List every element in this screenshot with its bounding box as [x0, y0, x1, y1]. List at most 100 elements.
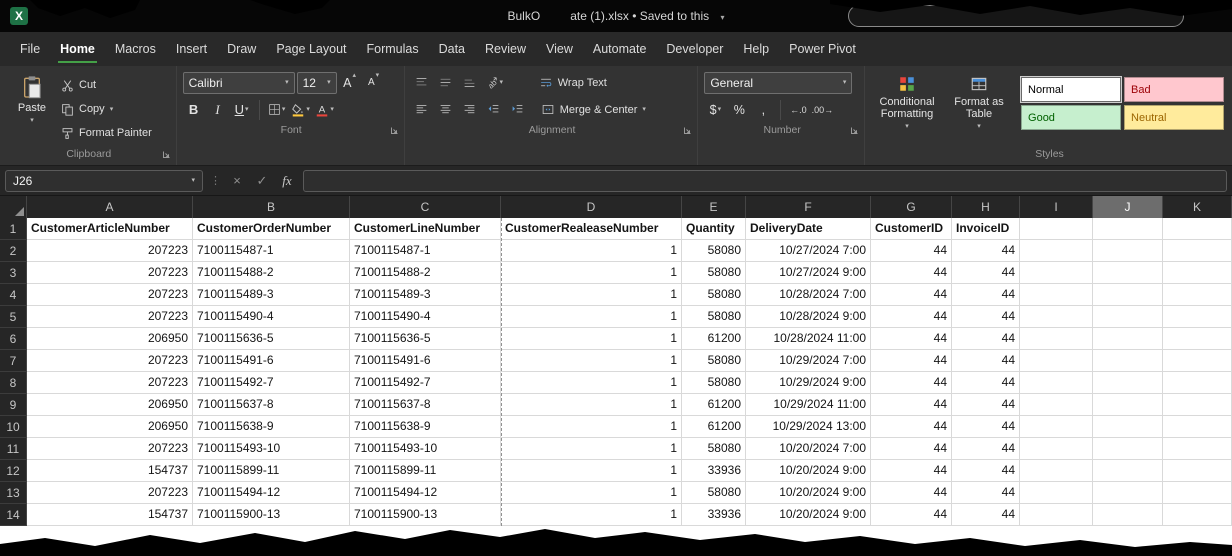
cell-F14[interactable]: 10/20/2024 9:00: [746, 504, 871, 526]
cell-F8[interactable]: 10/29/2024 9:00: [746, 372, 871, 394]
cell-G14[interactable]: 44: [871, 504, 952, 526]
cell-C8[interactable]: 7100115492-7: [350, 372, 501, 394]
font-name-select[interactable]: Calibri ▾: [183, 72, 295, 94]
cell-E12[interactable]: 33936: [682, 460, 746, 482]
decrease-font-button[interactable]: A▾: [363, 72, 385, 94]
copy-button[interactable]: Copy ▾: [58, 97, 155, 121]
style-cell[interactable]: Neutral: [1124, 105, 1224, 130]
enter-button[interactable]: ✓: [253, 173, 271, 189]
cell-D6[interactable]: 1: [501, 328, 682, 350]
cell-B10[interactable]: 7100115638-9: [193, 416, 350, 438]
cell-K6[interactable]: [1163, 328, 1232, 350]
row-header-8[interactable]: 8: [0, 372, 27, 394]
cell-F5[interactable]: 10/28/2024 9:00: [746, 306, 871, 328]
cell-J11[interactable]: [1093, 438, 1163, 460]
cell-D11[interactable]: 1: [501, 438, 682, 460]
cell-F1[interactable]: DeliveryDate: [746, 218, 871, 240]
align-bottom-button[interactable]: [459, 72, 481, 94]
cell-K10[interactable]: [1163, 416, 1232, 438]
cell-G4[interactable]: 44: [871, 284, 952, 306]
cell-D3[interactable]: 1: [501, 262, 682, 284]
search-box[interactable]: [848, 5, 1184, 27]
cell-F7[interactable]: 10/29/2024 7:00: [746, 350, 871, 372]
cell-E2[interactable]: 58080: [682, 240, 746, 262]
menu-tab[interactable]: Help: [733, 32, 779, 66]
cancel-button[interactable]: ×: [228, 173, 246, 188]
decrease-decimal-button[interactable]: .00→: [811, 99, 833, 121]
cell-H12[interactable]: 44: [952, 460, 1020, 482]
number-format-select[interactable]: General ▾: [704, 72, 852, 94]
cell-I4[interactable]: [1020, 284, 1093, 306]
cell-C14[interactable]: 7100115900-13: [350, 504, 501, 526]
cell-G7[interactable]: 44: [871, 350, 952, 372]
column-header-I[interactable]: I: [1020, 196, 1093, 218]
cell-B7[interactable]: 7100115491-6: [193, 350, 350, 372]
increase-indent-button[interactable]: [507, 99, 529, 121]
column-header-G[interactable]: G: [871, 196, 952, 218]
cell-A9[interactable]: 206950: [27, 394, 193, 416]
percent-format-button[interactable]: %: [728, 99, 750, 121]
cell-G1[interactable]: CustomerID: [871, 218, 952, 240]
style-cell[interactable]: Normal: [1021, 77, 1121, 102]
cell-I5[interactable]: [1020, 306, 1093, 328]
menu-tab[interactable]: Power Pivot: [779, 32, 866, 66]
wrap-text-button[interactable]: Wrap Text: [535, 71, 611, 95]
cell-B11[interactable]: 7100115493-10: [193, 438, 350, 460]
column-header-A[interactable]: A: [27, 196, 193, 218]
column-header-C[interactable]: C: [350, 196, 501, 218]
cell-F2[interactable]: 10/27/2024 7:00: [746, 240, 871, 262]
column-header-F[interactable]: F: [746, 196, 871, 218]
cell-A1[interactable]: CustomerArticleNumber: [27, 218, 193, 240]
italic-button[interactable]: I: [207, 99, 229, 121]
cell-K11[interactable]: [1163, 438, 1232, 460]
cell-G13[interactable]: 44: [871, 482, 952, 504]
cell-A8[interactable]: 207223: [27, 372, 193, 394]
cell-H6[interactable]: 44: [952, 328, 1020, 350]
cell-C9[interactable]: 7100115637-8: [350, 394, 501, 416]
alignment-dialog-launcher-icon[interactable]: [683, 125, 692, 134]
cell-D7[interactable]: 1: [501, 350, 682, 372]
cell-B2[interactable]: 7100115487-1: [193, 240, 350, 262]
bold-button[interactable]: B: [183, 99, 205, 121]
cell-G2[interactable]: 44: [871, 240, 952, 262]
format-as-table-button[interactable]: Format as Table ▾: [943, 69, 1015, 147]
excel-app-icon[interactable]: X: [10, 7, 28, 25]
cell-H9[interactable]: 44: [952, 394, 1020, 416]
cell-H11[interactable]: 44: [952, 438, 1020, 460]
row-header-2[interactable]: 2: [0, 240, 27, 262]
cell-J8[interactable]: [1093, 372, 1163, 394]
cell-K5[interactable]: [1163, 306, 1232, 328]
cell-H1[interactable]: InvoiceID: [952, 218, 1020, 240]
cell-C6[interactable]: 7100115636-5: [350, 328, 501, 350]
align-right-button[interactable]: [459, 99, 481, 121]
cell-F11[interactable]: 10/20/2024 7:00: [746, 438, 871, 460]
cell-K9[interactable]: [1163, 394, 1232, 416]
cell-K4[interactable]: [1163, 284, 1232, 306]
cell-G5[interactable]: 44: [871, 306, 952, 328]
cell-E11[interactable]: 58080: [682, 438, 746, 460]
menu-tab[interactable]: Formulas: [357, 32, 429, 66]
menu-tab[interactable]: Data: [429, 32, 475, 66]
row-header-6[interactable]: 6: [0, 328, 27, 350]
column-header-D[interactable]: D: [501, 196, 682, 218]
menu-tab[interactable]: Insert: [166, 32, 217, 66]
cell-A3[interactable]: 207223: [27, 262, 193, 284]
cell-B13[interactable]: 7100115494-12: [193, 482, 350, 504]
conditional-formatting-button[interactable]: Conditional Formatting ▾: [871, 69, 943, 147]
cell-D8[interactable]: 1: [501, 372, 682, 394]
cell-I13[interactable]: [1020, 482, 1093, 504]
increase-decimal-button[interactable]: ←.0: [787, 99, 809, 121]
cell-C5[interactable]: 7100115490-4: [350, 306, 501, 328]
cell-C7[interactable]: 7100115491-6: [350, 350, 501, 372]
cell-B14[interactable]: 7100115900-13: [193, 504, 350, 526]
cell-K12[interactable]: [1163, 460, 1232, 482]
select-all-corner[interactable]: [0, 196, 27, 218]
menu-tab[interactable]: Review: [475, 32, 536, 66]
fill-color-button[interactable]: ▾: [290, 99, 312, 121]
font-size-select[interactable]: 12 ▾: [297, 72, 337, 94]
cell-A12[interactable]: 154737: [27, 460, 193, 482]
cell-D9[interactable]: 1: [501, 394, 682, 416]
cell-A2[interactable]: 207223: [27, 240, 193, 262]
align-center-button[interactable]: [435, 99, 457, 121]
cell-J12[interactable]: [1093, 460, 1163, 482]
